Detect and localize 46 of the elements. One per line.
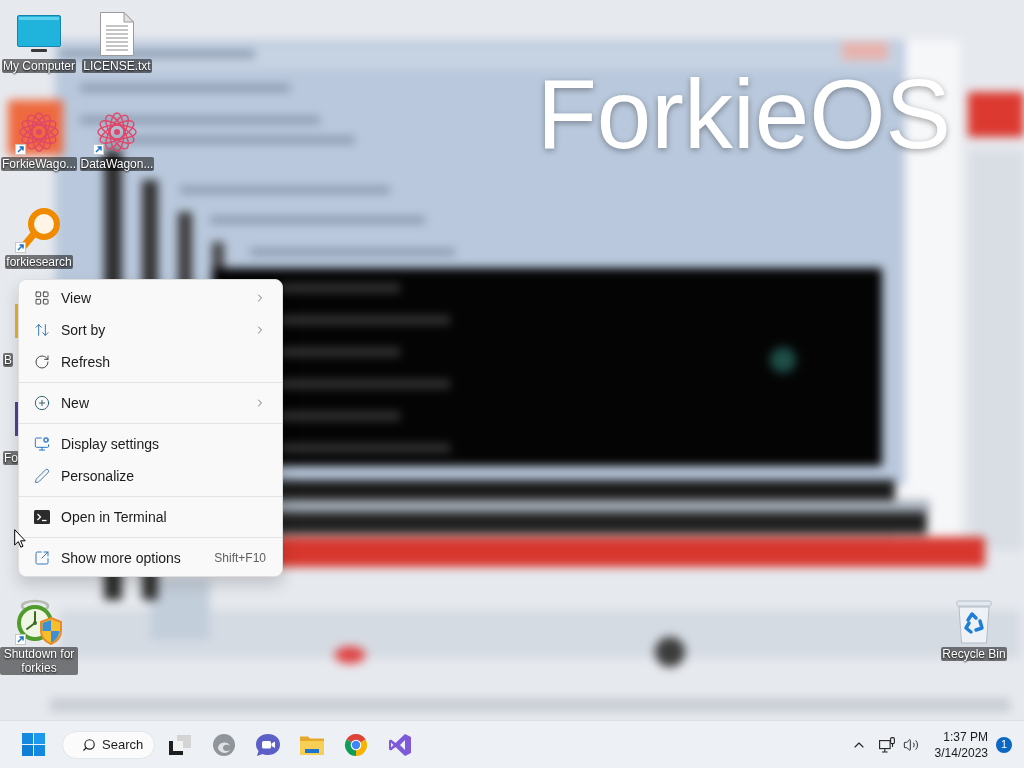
wired-network-icon (878, 736, 895, 753)
search-button[interactable]: Search (62, 730, 155, 759)
menu-item[interactable]: Open in Terminal (23, 501, 278, 533)
desktop-shortcut[interactable]: ForkieWago... (0, 108, 78, 171)
mandala-icon (96, 111, 138, 153)
segmented-circle-icon (344, 732, 368, 757)
desktop-shortcut[interactable]: Recycle Bin (935, 598, 1013, 661)
mandala-icon (18, 111, 60, 153)
ribbon-logo-icon (388, 732, 412, 757)
grid-icon (34, 290, 50, 306)
menu-item[interactable]: View (23, 282, 278, 314)
search-icon (82, 737, 96, 752)
menu-item[interactable]: Refresh (23, 346, 278, 378)
notification-badge[interactable]: 1 (996, 736, 1012, 753)
tile-edge-icon (15, 402, 18, 436)
menu-item[interactable]: New (23, 387, 278, 419)
clock-shield-icon (15, 599, 63, 645)
square-arrow-icon (34, 550, 50, 566)
desktop-shortcut[interactable]: LICENSE.txt (78, 10, 156, 73)
four-tiles-icon (21, 733, 45, 756)
monitor-icon (17, 15, 61, 53)
refresh-icon (34, 354, 50, 370)
menu-item[interactable]: Personalize (23, 460, 278, 492)
desktop-shortcut[interactable]: B (0, 304, 18, 367)
volume-icon (902, 736, 919, 753)
clock-button[interactable]: 1:37 PM 3/14/2023 (928, 728, 994, 761)
desktop-shortcut[interactable]: DataWagon... (78, 108, 156, 171)
desktop-shortcut[interactable]: My Computer (0, 10, 78, 73)
monitor-gear-icon (34, 436, 50, 452)
terminal-icon (34, 510, 50, 524)
plus-circle-icon (34, 395, 50, 411)
folder-icon (300, 734, 324, 755)
menu-item[interactable]: Sort by (23, 314, 278, 346)
document-icon (100, 12, 134, 56)
pen-icon (34, 468, 50, 484)
folder-edge-icon (15, 304, 18, 338)
sort-arrows-icon (34, 322, 50, 338)
desktop-shortcut[interactable]: forkiesearch (0, 206, 78, 269)
swirl-icon (213, 733, 235, 756)
desktop-shortcut[interactable]: Shutdown for forkies (0, 598, 78, 675)
overlapping-squares-icon (169, 734, 191, 755)
video-chat-icon (256, 733, 280, 756)
menu-item[interactable]: Display settings (23, 428, 278, 460)
menu-item[interactable]: Show more options Shift+F10 (23, 542, 278, 574)
shortcut-hint: Shift+F10 (214, 550, 266, 567)
recycle-bin-icon (956, 600, 992, 644)
